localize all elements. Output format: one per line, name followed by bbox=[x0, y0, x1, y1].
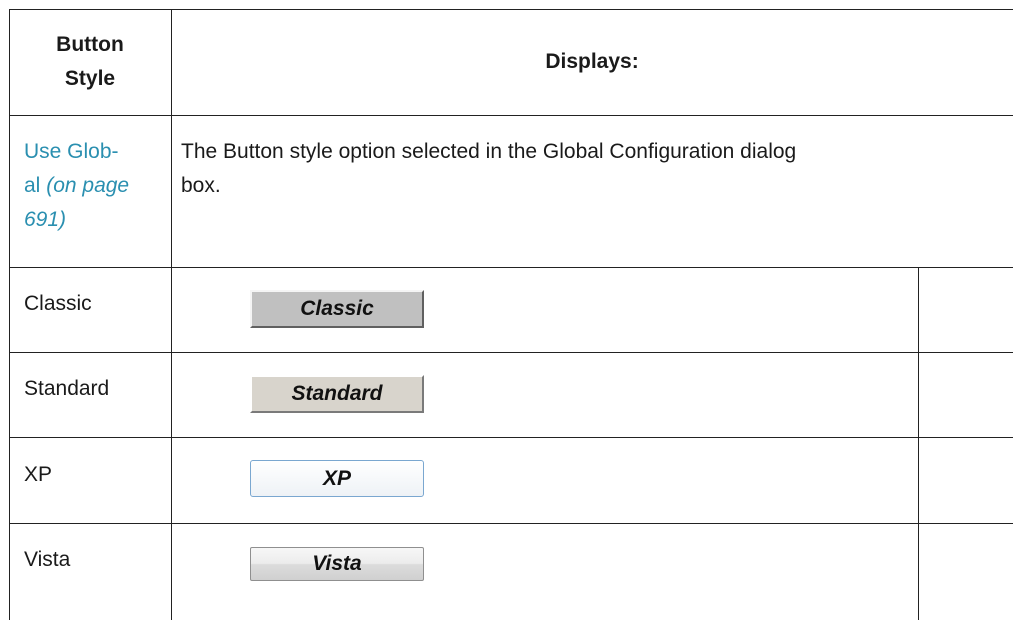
vista-button-sample: Vista bbox=[250, 547, 424, 581]
extra-column-divider bbox=[918, 267, 919, 620]
use-global-cell: Use Glob- al (on page 691) bbox=[24, 135, 164, 237]
style-name-vista: Vista bbox=[24, 548, 71, 571]
button-style-table: Button Style Displays: Use Glob- al (on … bbox=[9, 9, 1013, 620]
header-displays: Displays: bbox=[545, 50, 639, 73]
classic-row-bottom-border bbox=[9, 352, 1013, 353]
use-global-link-cont[interactable]: al bbox=[24, 174, 40, 197]
standard-button-sample: Standard bbox=[250, 375, 424, 413]
page-number-link[interactable]: 691) bbox=[24, 208, 66, 231]
table-top-border bbox=[9, 9, 1013, 10]
column-divider bbox=[171, 9, 172, 620]
xp-button-sample: XP bbox=[250, 460, 424, 497]
global-description: The Button style option selected in the … bbox=[181, 135, 981, 203]
page-reference-link[interactable]: (on page bbox=[46, 174, 129, 197]
use-global-link[interactable]: Use Glob- bbox=[24, 140, 119, 163]
xp-row-bottom-border bbox=[9, 523, 1013, 524]
global-row-bottom-border bbox=[9, 267, 1013, 268]
global-description-line2: box. bbox=[181, 174, 221, 197]
header-button-style: Button Style bbox=[9, 28, 171, 96]
header-button-style-line1: Button bbox=[56, 33, 124, 56]
style-name-classic: Classic bbox=[24, 292, 92, 315]
table-left-border bbox=[9, 9, 10, 620]
classic-button-sample: Classic bbox=[250, 290, 424, 328]
standard-row-bottom-border bbox=[9, 437, 1013, 438]
header-bottom-border bbox=[9, 115, 1013, 116]
header-button-style-line2: Style bbox=[64, 67, 116, 90]
style-name-xp: XP bbox=[24, 463, 53, 486]
global-description-line1: The Button style option selected in the … bbox=[181, 140, 797, 163]
style-name-standard: Standard bbox=[24, 377, 110, 400]
